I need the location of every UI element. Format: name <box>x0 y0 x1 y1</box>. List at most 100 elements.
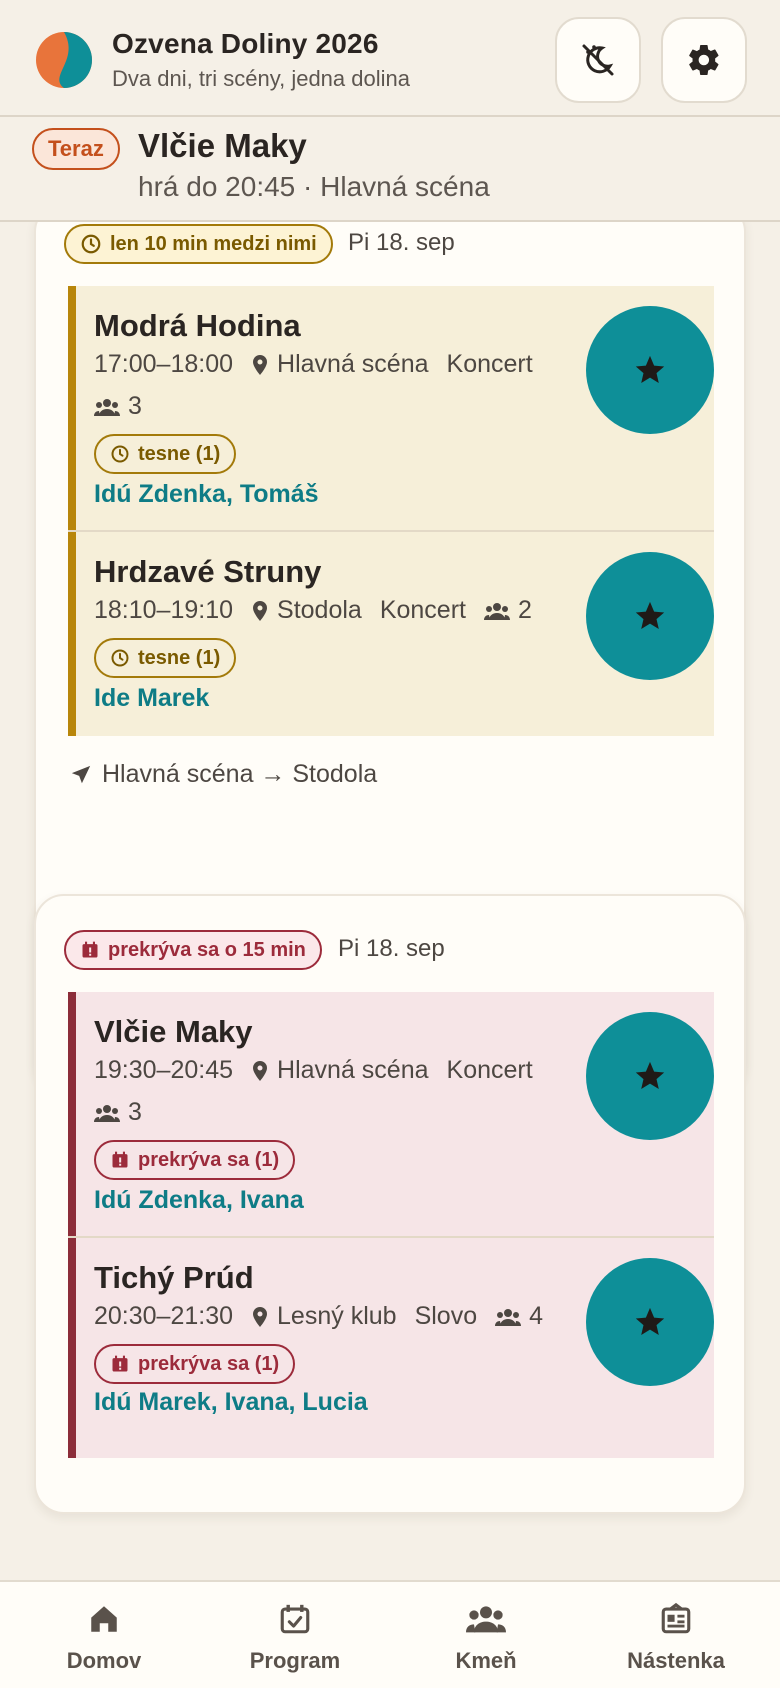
event-name: Hrdzavé Struny <box>94 554 322 589</box>
split-circle-logo <box>36 32 92 88</box>
star-icon <box>635 355 665 384</box>
event-people-count: 4 <box>529 1302 544 1330</box>
event-people-count: 3 <box>128 1098 142 1126</box>
people-icon <box>94 398 120 416</box>
event-time: 20:30–21:30 <box>94 1302 234 1330</box>
app-title: Ozvena Doliny 2026 <box>112 28 379 59</box>
event-tag: tesne (1) <box>94 434 237 474</box>
event-time: 19:30–20:45 <box>94 1056 234 1084</box>
now-playing-bar[interactable]: Teraz Vlčie Maky hrá do 20:45 · Hlavná s… <box>0 117 780 222</box>
event-name: Modrá Hodina <box>94 308 301 343</box>
event-people: 3 <box>94 1098 142 1127</box>
event-tag-label: prekrýva sa (1) <box>138 1148 280 1171</box>
event-tag: prekrýva sa (1) <box>94 1140 296 1180</box>
star-icon <box>635 1061 665 1090</box>
people-icon <box>484 602 510 620</box>
gap-warning-pill: len 10 min medzi nimi <box>64 224 333 264</box>
event-type: Koncert <box>446 350 533 378</box>
people-icon <box>495 1308 522 1326</box>
event-going: Idú Zdenka, Tomáš <box>94 480 319 508</box>
event-going: Idú Zdenka, Ivana <box>94 1186 304 1214</box>
navigation-arrow-icon <box>71 765 91 783</box>
event-tag: prekrýva sa (1) <box>94 1344 296 1384</box>
nav-label: Nástenka <box>627 1648 725 1673</box>
favorite-button[interactable] <box>586 306 714 434</box>
star-icon <box>635 601 665 630</box>
group-icon <box>466 1606 506 1633</box>
event-meta: 18:10–19:10 Stodola Koncert 2 <box>94 596 532 625</box>
event-tag-label: prekrýva sa (1) <box>138 1352 280 1375</box>
bottom-nav: Domov Program Kmeň Nástenka <box>0 1580 780 1688</box>
overlap-warning-pill: prekrýva sa o 15 min <box>64 930 322 970</box>
clock-alert-icon <box>81 234 101 254</box>
gap-warning-label: len 10 min medzi nimi <box>110 232 317 255</box>
clock-alert-icon <box>111 445 129 463</box>
people-icon <box>94 1104 120 1122</box>
event-time: 17:00–18:00 <box>94 350 234 378</box>
event-time: 18:10–19:10 <box>94 596 234 624</box>
event-row[interactable]: Tichý Prúd 20:30–21:30 Lesný klub Slovo … <box>68 1238 714 1458</box>
event-stage: Stodola <box>277 596 362 624</box>
event-tag: tesne (1) <box>94 638 237 678</box>
nav-item-home[interactable]: Domov <box>14 1582 194 1688</box>
event-row[interactable]: Hrdzavé Struny 18:10–19:10 Stodola Konce… <box>68 532 714 736</box>
settings-button[interactable] <box>661 17 747 103</box>
calendar-alert-icon <box>82 941 98 958</box>
conflict-card: prekrýva sa o 15 min Pi 18. sep Vlčie Ma… <box>34 894 746 1514</box>
app-subtitle: Dva dni, tri scény, jedna dolina <box>112 66 410 91</box>
board-icon <box>661 1602 691 1634</box>
event-going: Idú Marek, Ivana, Lucia <box>94 1388 368 1416</box>
theme-toggle-icon <box>582 44 614 76</box>
location-pin-icon <box>251 600 269 622</box>
location-pin-icon <box>251 1060 269 1082</box>
location-pin-icon <box>251 1306 269 1328</box>
favorite-button[interactable] <box>586 1012 714 1140</box>
event-stage: Hlavná scéna <box>277 350 429 378</box>
event-people-count: 2 <box>518 596 532 624</box>
star-icon <box>635 1307 665 1336</box>
favorite-button[interactable] <box>586 552 714 680</box>
gear-icon <box>689 44 719 76</box>
event-going: Ide Marek <box>94 684 210 712</box>
card-date: Pi 18. sep <box>338 935 445 962</box>
event-people: 3 <box>94 392 142 421</box>
route-hint: Hlavná scéna → Stodola <box>70 760 377 789</box>
event-name: Vlčie Maky <box>94 1014 253 1049</box>
clock-alert-icon <box>111 649 129 667</box>
card-date: Pi 18. sep <box>348 229 455 256</box>
nav-label: Domov <box>66 1648 142 1673</box>
route-label: Hlavná scéna → Stodola <box>102 760 378 788</box>
event-row[interactable]: Modrá Hodina 17:00–18:00 Hlavná scéna Ko… <box>68 286 714 530</box>
overlap-warning-label: prekrýva sa o 15 min <box>108 938 306 961</box>
event-tag-label: tesne (1) <box>138 646 221 669</box>
nav-item-tribe[interactable]: Kmeň <box>396 1582 576 1688</box>
location-pin-icon <box>251 354 269 376</box>
calendar-alert-icon <box>112 1355 128 1372</box>
theme-toggle-button[interactable] <box>555 17 641 103</box>
event-meta: 20:30–21:30 Lesný klub Slovo 4 <box>94 1302 543 1331</box>
calendar-alert-icon <box>112 1151 128 1168</box>
nav-item-board[interactable]: Nástenka <box>586 1582 766 1688</box>
nav-item-program[interactable]: Program <box>205 1582 385 1688</box>
event-tag-label: tesne (1) <box>138 442 221 465</box>
event-people-count: 3 <box>128 392 142 420</box>
event-type: Slovo <box>414 1302 478 1330</box>
event-meta: 17:00–18:00 Hlavná scéna Koncert <box>94 350 533 379</box>
now-playing-subtitle: hrá do 20:45 · Hlavná scéna <box>138 171 490 202</box>
event-stage: Hlavná scéna <box>277 1056 429 1084</box>
nav-label: Program <box>249 1648 341 1673</box>
event-meta: 19:30–20:45 Hlavná scéna Koncert <box>94 1056 533 1085</box>
event-row[interactable]: Vlčie Maky 19:30–20:45 Hlavná scéna Konc… <box>68 992 714 1236</box>
calendar-check-icon <box>280 1604 310 1634</box>
now-playing-title: Vlčie Maky <box>138 127 307 164</box>
event-name: Tichý Prúd <box>94 1260 254 1295</box>
schedule-scroll-area[interactable]: len 10 min medzi nimi Pi 18. sep Modrá H… <box>0 222 780 1580</box>
home-icon <box>91 1606 117 1632</box>
event-type: Koncert <box>446 1056 533 1084</box>
nav-label: Kmeň <box>455 1648 517 1673</box>
app-header: Ozvena Doliny 2026 Dva dni, tri scény, j… <box>0 0 780 117</box>
favorite-button[interactable] <box>586 1258 714 1386</box>
now-badge: Teraz <box>32 128 120 170</box>
event-type: Koncert <box>379 596 466 624</box>
event-stage: Lesný klub <box>277 1302 397 1330</box>
